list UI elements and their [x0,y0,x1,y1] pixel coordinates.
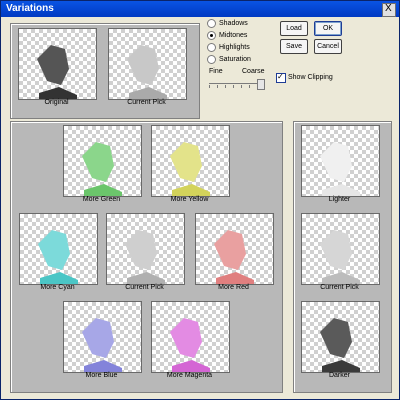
more-red-image [214,230,254,284]
variation-current-pick[interactable] [106,213,185,285]
radio-label-shadows: Shadows [219,20,248,27]
slider-knob[interactable] [257,79,265,90]
more-blue-image [82,318,122,372]
more-cyan-caption: More Cyan [40,284,75,291]
show-clipping-label: Show Clipping [288,74,333,81]
radio-dot-shadows [207,19,216,28]
lighter-image [320,142,360,196]
current-pick-caption-grid: Current Pick [125,284,164,291]
radio-label-saturation: Saturation [219,56,251,63]
fine-coarse-slider[interactable] [209,79,265,91]
darker-caption: Darker [328,372,350,379]
slider-tick [249,85,250,88]
show-clipping-checkbox[interactable] [276,72,286,83]
title-bar: Variations X [1,1,399,17]
variation-lighter[interactable] [301,125,380,197]
current-pick-image-top [127,45,167,99]
slider-tick [233,85,234,88]
save-button[interactable]: Save [280,39,308,54]
more-blue-caption: More Blue [85,372,118,379]
more-yellow-caption: More Yellow [170,196,209,203]
variation-more-green[interactable] [63,125,142,197]
variations-dialog: Variations X Original Current Pick Shado… [0,0,400,400]
more-yellow-image [170,142,210,196]
ok-button[interactable]: OK [314,21,342,36]
more-magenta-caption: More Magenta [166,372,213,379]
radio-highlights[interactable]: Highlights [207,43,250,52]
current-pick-caption-right: Current Pick [320,284,359,291]
radio-label-midtones: Midtones [219,32,248,39]
current-pick-thumbnail-top [108,28,187,100]
variation-current-pick-right[interactable] [301,213,380,285]
more-green-caption: More Green [82,196,121,203]
variation-more-cyan[interactable] [19,213,98,285]
slider-tick [241,85,242,88]
slider-tick [209,85,210,88]
more-magenta-image [170,318,210,372]
more-red-caption: More Red [218,284,249,291]
radio-dot-highlights [207,43,216,52]
radio-midtones[interactable]: Midtones [207,31,247,40]
radio-saturation[interactable]: Saturation [207,55,251,64]
variation-more-red[interactable] [195,213,274,285]
variation-more-blue[interactable] [63,301,142,373]
more-cyan-image [38,230,78,284]
current-pick-image-right [320,230,360,284]
radio-dot-midtones [207,31,216,40]
coarse-label: Coarse [242,68,265,75]
radio-label-highlights: Highlights [219,44,250,51]
close-button[interactable]: X [382,3,396,17]
cancel-button[interactable]: Cancel [314,39,342,54]
darker-image [320,318,360,372]
original-image [37,45,77,99]
window-title: Variations [6,3,54,14]
lighter-caption: Lighter [328,196,351,203]
slider-tick [217,85,218,88]
load-button[interactable]: Load [280,21,308,36]
original-thumbnail [18,28,97,100]
current-pick-caption-top: Current Pick [127,99,166,106]
slider-tick [225,85,226,88]
radio-shadows[interactable]: Shadows [207,19,248,28]
more-green-image [82,142,122,196]
original-caption: Original [44,99,69,106]
variation-darker[interactable] [301,301,380,373]
radio-dot-saturation [207,55,216,64]
variation-more-magenta[interactable] [151,301,230,373]
fine-label: Fine [209,68,223,75]
variation-more-yellow[interactable] [151,125,230,197]
close-icon: X [385,3,392,14]
current-pick-image-grid [125,230,165,284]
